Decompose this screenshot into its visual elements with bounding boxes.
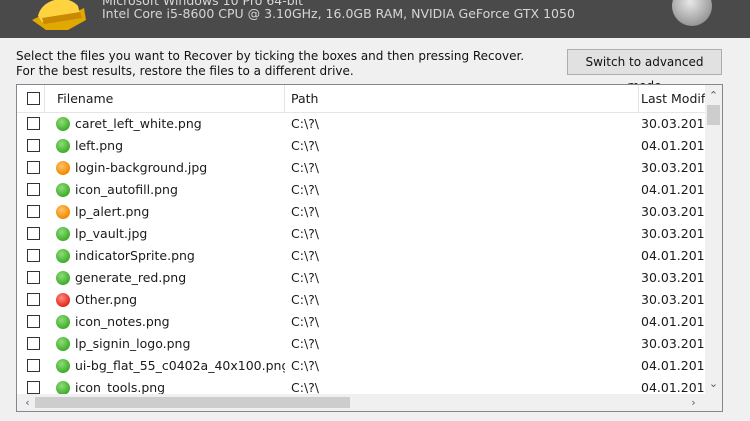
vertical-scroll-thumb[interactable]	[707, 105, 720, 125]
file-name: generate_red.png	[75, 270, 187, 285]
file-name: login-background.jpg	[75, 160, 208, 175]
recovery-state-green-icon	[56, 227, 70, 241]
file-row[interactable]: icon_autofill.png C:\?\ 04.01.2018	[17, 179, 705, 201]
recovery-state-green-icon	[56, 337, 70, 351]
file-row[interactable]: indicatorSprite.png C:\?\ 04.01.2018	[17, 245, 705, 267]
file-name: lp_alert.png	[75, 204, 150, 219]
file-checkbox[interactable]	[27, 227, 40, 240]
file-path: C:\?\	[291, 270, 319, 285]
scrollbar-corner	[705, 396, 722, 411]
column-header-filename[interactable]: Filename	[45, 85, 285, 113]
file-path: C:\?\	[291, 314, 319, 329]
file-checkbox[interactable]	[27, 117, 40, 130]
file-row[interactable]: caret_left_white.png C:\?\ 30.03.2018	[17, 113, 705, 135]
chevron-right-icon[interactable]: ›	[685, 394, 702, 411]
file-path: C:\?\	[291, 204, 319, 219]
file-checkbox[interactable]	[27, 205, 40, 218]
recovery-state-green-icon	[56, 359, 70, 373]
file-last-modified: 04.01.2018	[641, 182, 705, 197]
recovery-state-orange-icon	[56, 161, 70, 175]
instructions-line-2: For the best results, restore the files …	[16, 64, 354, 78]
file-row[interactable]: left.png C:\?\ 04.01.2018	[17, 135, 705, 157]
file-row[interactable]: login-background.jpg C:\?\ 30.03.2018	[17, 157, 705, 179]
file-path: C:\?\	[291, 292, 319, 307]
file-rows: caret_left_white.png C:\?\ 30.03.2018 left.…	[17, 113, 705, 397]
file-checkbox[interactable]	[27, 271, 40, 284]
select-all-checkbox[interactable]	[27, 92, 40, 105]
recovery-state-orange-icon	[56, 205, 70, 219]
chevron-down-icon[interactable]: ⌄	[705, 375, 722, 392]
file-path: C:\?\	[291, 248, 319, 263]
file-checkbox[interactable]	[27, 139, 40, 152]
file-row[interactable]: lp_vault.jpg C:\?\ 30.03.2018	[17, 223, 705, 245]
recovery-state-green-icon	[56, 271, 70, 285]
file-last-modified: 30.03.2018	[641, 160, 705, 175]
file-checkbox[interactable]	[27, 337, 40, 350]
file-path: C:\?\	[291, 138, 319, 153]
file-checkbox[interactable]	[27, 293, 40, 306]
file-checkbox[interactable]	[27, 381, 40, 394]
file-row[interactable]: lp_signin_logo.png C:\?\ 30.03.2018	[17, 333, 705, 355]
file-last-modified: 04.01.2018	[641, 248, 705, 263]
file-last-modified: 30.03.2018	[641, 336, 705, 351]
file-last-modified: 30.03.2018	[641, 292, 705, 307]
file-path: C:\?\	[291, 226, 319, 241]
file-last-modified: 04.01.2018	[641, 314, 705, 329]
file-path: C:\?\	[291, 358, 319, 373]
file-checkbox[interactable]	[27, 359, 40, 372]
recovery-state-green-icon	[56, 315, 70, 329]
horizontal-scrollbar[interactable]: ‹ ›	[17, 394, 705, 411]
file-path: C:\?\	[291, 182, 319, 197]
column-header-path[interactable]: Path	[285, 85, 639, 113]
file-last-modified: 30.03.2018	[641, 116, 705, 131]
file-path: C:\?\	[291, 116, 319, 131]
file-row[interactable]: generate_red.png C:\?\ 30.03.2018	[17, 267, 705, 289]
file-name: left.png	[75, 138, 124, 153]
file-checkbox[interactable]	[27, 161, 40, 174]
file-name: ui-bg_flat_55_c0402a_40x100.png	[75, 358, 285, 373]
file-name: lp_signin_logo.png	[75, 336, 191, 351]
file-checkbox[interactable]	[27, 249, 40, 262]
file-last-modified: 04.01.2018	[641, 358, 705, 373]
instructions: Select the files you want to Recover by …	[16, 49, 524, 79]
file-last-modified: 04.01.2018	[641, 138, 705, 153]
column-header-last-modified[interactable]: Last Modified	[639, 85, 705, 113]
horizontal-scroll-thumb[interactable]	[35, 397, 350, 408]
file-name: icon_notes.png	[75, 314, 170, 329]
file-row[interactable]: Other.png C:\?\ 30.03.2018	[17, 289, 705, 311]
instructions-line-1: Select the files you want to Recover by …	[16, 49, 525, 63]
recovery-state-green-icon	[56, 381, 70, 395]
recovery-state-green-icon	[56, 249, 70, 263]
recovery-state-green-icon	[56, 183, 70, 197]
file-name: Other.png	[75, 292, 138, 307]
file-last-modified: 30.03.2018	[641, 270, 705, 285]
file-row[interactable]: ui-bg_flat_55_c0402a_40x100.png C:\?\ 04.0…	[17, 355, 705, 377]
file-name: indicatorSprite.png	[75, 248, 195, 263]
file-checkbox[interactable]	[27, 183, 40, 196]
file-name: lp_vault.jpg	[75, 226, 148, 241]
file-row[interactable]: lp_alert.png C:\?\ 30.03.2018	[17, 201, 705, 223]
file-path: C:\?\	[291, 160, 319, 175]
app-header: Microsoft Windows 10 Pro 64-bit Intel Co…	[0, 0, 750, 38]
recovery-state-green-icon	[56, 139, 70, 153]
column-select-all[interactable]	[17, 85, 45, 113]
hardware-info: Intel Core i5-8600 CPU @ 3.10GHz, 16.0GB…	[102, 6, 575, 21]
switch-to-advanced-mode-button[interactable]: Switch to advanced mode	[567, 49, 722, 93]
list-header: Filename Path Last Modified	[17, 85, 705, 113]
recuva-hardhat-logo-icon	[32, 0, 86, 30]
file-last-modified: 30.03.2018	[641, 226, 705, 241]
file-name: caret_left_white.png	[75, 116, 202, 131]
file-name: icon_autofill.png	[75, 182, 178, 197]
recovery-file-list: Filename Path Last Modified caret_left_w…	[16, 84, 723, 412]
file-path: C:\?\	[291, 336, 319, 351]
file-row[interactable]: icon_notes.png C:\?\ 04.01.2018	[17, 311, 705, 333]
recovery-state-red-icon	[56, 293, 70, 307]
chevron-left-icon[interactable]: ‹	[19, 394, 36, 411]
vertical-scrollbar[interactable]: ⌃ ⌄	[705, 85, 722, 396]
scan-knob-icon	[672, 0, 712, 26]
chevron-up-icon[interactable]: ⌃	[705, 87, 722, 104]
file-checkbox[interactable]	[27, 315, 40, 328]
recovery-state-green-icon	[56, 117, 70, 131]
file-last-modified: 30.03.2018	[641, 204, 705, 219]
